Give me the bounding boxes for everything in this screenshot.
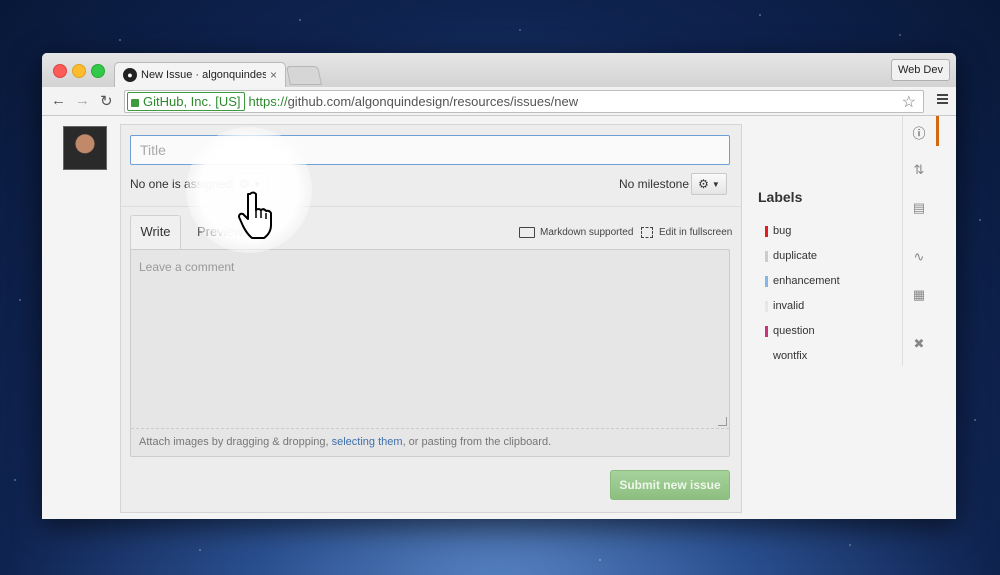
attach-images-bar[interactable]: Attach images by dragging & dropping, se… [131,428,729,456]
label-swatch [765,325,768,337]
caret-down-icon: ▼ [252,179,261,189]
attach-prefix: Attach images by dragging & dropping, [139,436,332,448]
comment-placeholder: Leave a comment [139,260,235,274]
issue-title-input[interactable]: Title [130,135,730,165]
label-name: invalid [773,300,805,312]
label-swatch [765,250,768,262]
menu-icon[interactable] [937,94,948,96]
gear-icon: ⚙ [698,177,709,191]
tab-close-icon[interactable]: × [270,68,277,82]
graphs-icon[interactable]: ▦ [903,275,935,315]
title-bar: ● New Issue · algonquindesig × Web Dev [42,53,956,87]
label-swatch [765,275,768,287]
url-path: github.com/algonquindesign/resources/iss… [287,94,579,109]
ev-certificate-badge[interactable]: GitHub, Inc. [US] [127,92,245,111]
new-issue-form: Title No one is assigned ⚙ ▼ No mileston… [120,124,742,513]
reload-icon[interactable]: ↻ [100,92,113,110]
bookmark-star-icon[interactable]: ☆ [902,92,916,112]
label-item[interactable]: duplicate [765,250,817,262]
label-item[interactable]: question [765,325,815,337]
tab-preview[interactable]: Preview [197,224,243,239]
settings-icon[interactable]: ✖ [903,324,935,364]
fullscreen-label: Edit in fullscreen [659,227,733,238]
tab-write[interactable]: Write [130,215,181,249]
labels-heading: Labels [758,189,803,205]
fullscreen-icon [641,227,653,238]
browser-tab[interactable]: ● New Issue · algonquindesig × [114,62,286,87]
browser-toolbar: ← → ↻ GitHub, Inc. [US] https://github.c… [42,87,956,116]
forward-icon[interactable]: → [75,92,90,109]
label-name: question [773,325,815,337]
milestone-status: No milestone [618,177,689,191]
label-name: duplicate [773,250,818,262]
pulse-icon[interactable]: ∿ [903,237,935,277]
label-item[interactable]: bug [765,225,791,237]
close-window-button[interactable] [53,64,67,78]
lock-icon [131,98,139,107]
label-swatch [765,225,768,237]
label-item[interactable]: enhancement [765,275,840,287]
comment-textarea[interactable]: Leave a comment Attach images by draggin… [130,249,730,457]
attach-suffix: , or pasting from the clipboard. [402,436,552,448]
label-item[interactable]: wontfix [765,350,807,362]
markdown-label: Markdown supported [540,227,634,238]
address-bar[interactable]: GitHub, Inc. [US] https://github.com/alg… [124,90,924,113]
resize-handle-icon[interactable] [718,417,727,426]
wiki-icon[interactable]: ▤ [903,188,935,228]
url-scheme: https:// [248,94,288,109]
label-item[interactable]: invalid [765,300,804,312]
label-swatch [765,300,768,312]
page-content: Title No one is assigned ⚙ ▼ No mileston… [42,116,956,519]
label-name: wontfix [773,350,808,362]
ev-certificate-label: GitHub, Inc. [US] [143,94,241,109]
active-indicator [936,116,939,146]
markdown-icon [519,227,535,238]
assignee-gear-button[interactable]: ⚙ ▼ [232,173,268,195]
select-files-link[interactable]: selecting them [332,436,403,448]
repo-nav-rail: ⓘ ⇅ ▤ ∿ ▦ ✖ [902,116,939,366]
url-text: https://github.com/algonquindesign/resou… [249,94,579,109]
caret-down-icon: ▼ [711,179,720,189]
github-icon: ● [123,68,137,82]
avatar[interactable] [63,126,107,170]
browser-window: ● New Issue · algonquindesig × Web Dev ←… [42,53,956,519]
minimize-window-button[interactable] [72,64,86,78]
divider [121,206,741,207]
label-name: enhancement [773,275,840,287]
zoom-window-button[interactable] [91,64,105,78]
new-tab-button[interactable] [285,66,323,85]
pull-requests-icon[interactable]: ⇅ [903,150,935,190]
tab-title: New Issue · algonquindesig [141,69,266,81]
submit-issue-button[interactable]: Submit new issue [610,470,730,500]
fullscreen-link[interactable]: Edit in fullscreen [641,227,732,238]
gear-icon: ⚙ [239,177,250,191]
milestone-gear-button[interactable]: ⚙ ▼ [691,173,727,195]
profile-button[interactable]: Web Dev [890,59,950,81]
back-icon[interactable]: ← [51,92,66,109]
label-swatch [765,351,768,362]
label-name: bug [773,225,792,237]
issues-icon[interactable]: ⓘ [903,112,935,152]
assignee-status: No one is assigned [130,177,233,191]
markdown-supported-link[interactable]: Markdown supported [519,227,633,238]
